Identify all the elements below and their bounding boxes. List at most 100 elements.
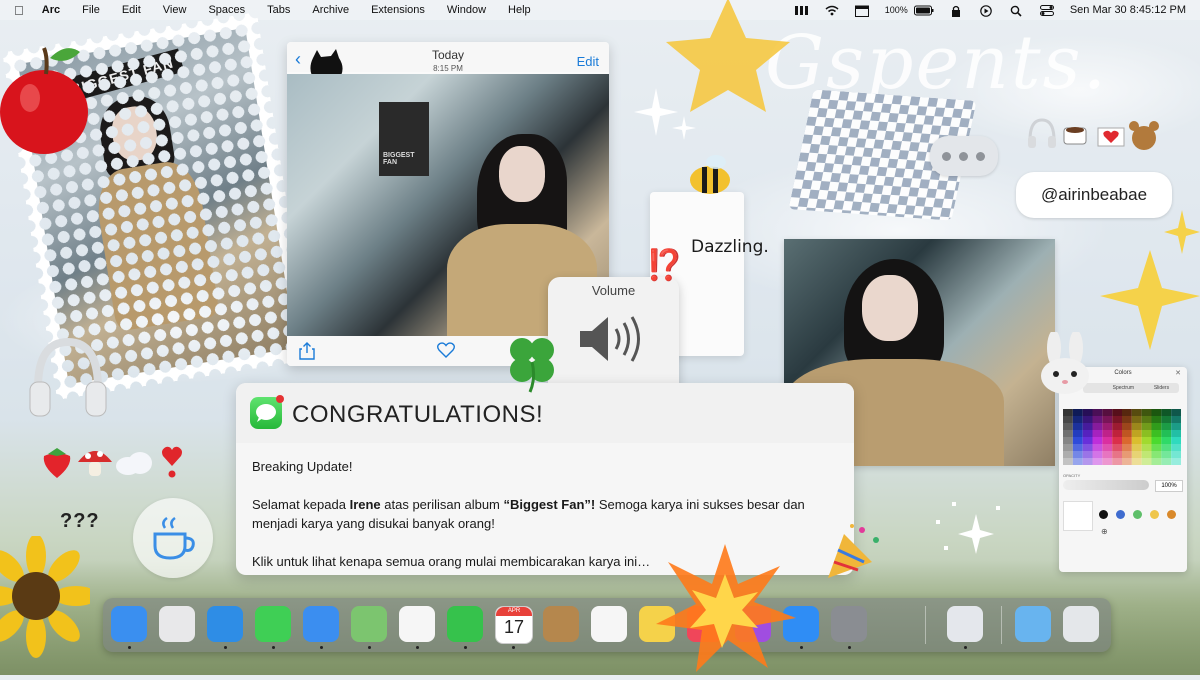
- play-icon[interactable]: [980, 4, 994, 17]
- color-cell: [1072, 423, 1083, 430]
- recent-color-dot[interactable]: [1099, 510, 1108, 519]
- search-icon[interactable]: [1010, 5, 1024, 17]
- menu-file[interactable]: File: [82, 4, 100, 16]
- dazzling-text: Dazzling.: [691, 237, 769, 257]
- color-cell: [1151, 437, 1162, 444]
- color-cell: [1082, 437, 1093, 444]
- calendar-month: APR: [496, 607, 532, 616]
- dock-app-mail[interactable]: [303, 606, 339, 642]
- mushroom-icon: [76, 444, 114, 484]
- color-cell: [1161, 444, 1172, 451]
- menu-edit[interactable]: Edit: [122, 4, 141, 16]
- color-cell: [1072, 409, 1083, 416]
- edit-button[interactable]: Edit: [577, 54, 599, 69]
- color-cell: [1092, 416, 1103, 423]
- color-cell: [1082, 458, 1093, 465]
- menu-view[interactable]: View: [163, 4, 187, 16]
- dock-app-finder[interactable]: [111, 606, 147, 642]
- color-grid[interactable]: [1063, 409, 1181, 465]
- color-cell: [1151, 416, 1162, 423]
- dock-app-trash[interactable]: [1063, 606, 1099, 642]
- menu-extensions[interactable]: Extensions: [371, 4, 425, 16]
- color-cell: [1122, 409, 1132, 416]
- dock-app-calendar[interactable]: APR 17: [495, 606, 533, 644]
- color-cell: [1092, 437, 1103, 444]
- menu-archive[interactable]: Archive: [312, 4, 349, 16]
- dock-app-downloads-folder[interactable]: [1015, 606, 1051, 642]
- dock-app-facetime[interactable]: [447, 606, 483, 642]
- heart-exclamation-icon: [160, 444, 184, 484]
- color-cell: [1131, 451, 1142, 458]
- dock-app-reminders[interactable]: [591, 606, 627, 642]
- color-cell: [1102, 437, 1113, 444]
- color-cell: [1131, 409, 1142, 416]
- opacity-value[interactable]: 100%: [1155, 480, 1183, 492]
- tab-spectrum[interactable]: Spectrum: [1113, 385, 1134, 391]
- color-cell: [1063, 416, 1073, 423]
- lock-icon[interactable]: [950, 5, 964, 17]
- opacity-label: OPACITY: [1063, 473, 1081, 478]
- current-color-swatch[interactable]: [1063, 501, 1093, 531]
- share-icon[interactable]: [299, 342, 315, 360]
- color-cell: [1131, 430, 1142, 437]
- color-cell: [1131, 444, 1142, 451]
- menu-clock[interactable]: Sen Mar 30 8:45:12 PM: [1070, 4, 1186, 16]
- color-cell: [1112, 430, 1122, 437]
- dock-app-safari[interactable]: [207, 606, 243, 642]
- dock-app-messages[interactable]: [255, 606, 291, 642]
- menu-tabs[interactable]: Tabs: [267, 4, 290, 16]
- color-cell: [1112, 409, 1122, 416]
- color-cell: [1063, 444, 1073, 451]
- star-small-icon: [1100, 210, 1200, 364]
- color-cell: [1112, 451, 1122, 458]
- color-cell: [1102, 458, 1113, 465]
- strawberry-icon: [40, 446, 74, 484]
- color-cell: [1102, 423, 1113, 430]
- dock-app-system-settings[interactable]: [831, 606, 867, 642]
- color-cell: [1151, 430, 1162, 437]
- battery-icon[interactable]: [913, 5, 934, 16]
- typing-dot: [959, 152, 968, 161]
- color-cell: [1151, 423, 1162, 430]
- color-cell: [1102, 430, 1113, 437]
- color-cell: [1141, 423, 1152, 430]
- recent-color-dot[interactable]: [1133, 510, 1142, 519]
- color-cell: [1082, 430, 1093, 437]
- poster-text: BIGGEST FAN: [383, 152, 415, 166]
- notification-title: CONGRATULATIONS!: [292, 401, 544, 428]
- battery-percent: 100%: [884, 5, 908, 15]
- dock-app-keynote-archive[interactable]: [543, 606, 579, 642]
- apple-icon[interactable]: : [14, 3, 24, 18]
- dock-app-maps[interactable]: [351, 606, 387, 642]
- menu-app-name[interactable]: Arc: [42, 4, 60, 16]
- tab-sliders[interactable]: Sliders: [1154, 385, 1169, 391]
- dock-separator: [925, 606, 926, 644]
- add-color-icon[interactable]: ⊕: [1101, 527, 1108, 536]
- color-cell: [1122, 416, 1132, 423]
- sparkle-icon: [634, 86, 704, 150]
- coffee-cup-button[interactable]: [133, 498, 213, 578]
- photo-face-shape: [499, 146, 545, 202]
- recent-color-dot[interactable]: [1150, 510, 1159, 519]
- recent-color-dot[interactable]: [1167, 510, 1176, 519]
- color-cell: [1092, 423, 1103, 430]
- wifi-icon[interactable]: [825, 5, 839, 16]
- color-cell: [1102, 416, 1113, 423]
- color-cell: [1171, 458, 1181, 465]
- colors-close-icon[interactable]: ✕: [1175, 369, 1181, 377]
- emoji-row-icons: [1026, 116, 1172, 156]
- dock-app-launchpad[interactable]: [159, 606, 195, 642]
- color-cell: [1072, 444, 1083, 451]
- dock-app-photos[interactable]: [399, 606, 435, 642]
- opacity-slider[interactable]: [1063, 480, 1149, 490]
- dock-app-preview[interactable]: [947, 606, 983, 642]
- heart-icon[interactable]: [437, 342, 455, 358]
- menu-window[interactable]: Window: [447, 4, 486, 16]
- control-center-icon[interactable]: [1039, 4, 1054, 16]
- dock-running-indicator: [464, 646, 467, 649]
- menu-help[interactable]: Help: [508, 4, 531, 16]
- color-cell: [1122, 423, 1132, 430]
- color-cell: [1161, 430, 1172, 437]
- calendar-icon[interactable]: [854, 5, 869, 17]
- recent-color-dot[interactable]: [1116, 510, 1125, 519]
